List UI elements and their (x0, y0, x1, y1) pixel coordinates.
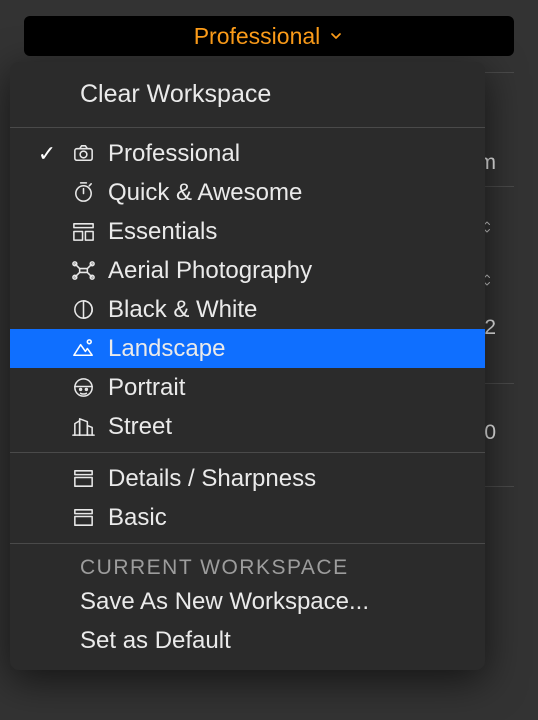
clear-workspace-label: Clear Workspace (80, 80, 463, 109)
workspace-item-label: Essentials (108, 218, 463, 246)
workspace-item-street[interactable]: Street (10, 407, 485, 446)
mountains-icon (70, 336, 96, 362)
chevron-down-icon (328, 28, 344, 44)
save-as-label: Save As New Workspace... (80, 588, 463, 616)
workspace-item-label: Aerial Photography (108, 257, 463, 285)
workspace-item-aerial[interactable]: Aerial Photography (10, 251, 485, 290)
bg-value-0: 0 (484, 421, 496, 445)
check-icon: ✓ (36, 141, 58, 167)
set-default-label: Set as Default (80, 627, 463, 655)
clear-workspace-item[interactable]: Clear Workspace (10, 68, 485, 121)
stopwatch-icon (70, 180, 96, 206)
workspace-item-quick[interactable]: Quick & Awesome (10, 173, 485, 212)
workspace-item-label: Quick & Awesome (108, 179, 463, 207)
workspace-item-label: Black & White (108, 296, 463, 324)
face-icon (70, 375, 96, 401)
layout-icon (70, 505, 96, 531)
panels-icon (70, 219, 96, 245)
workspace-item-label: Portrait (108, 374, 463, 402)
set-as-default-item[interactable]: Set as Default (10, 621, 485, 660)
workspace-dropdown: Clear Workspace ✓ Professional Quick & Awe… (10, 62, 485, 670)
workspace-item-landscape[interactable]: Landscape (10, 329, 485, 368)
workspace-selector[interactable]: Professional (24, 16, 514, 56)
divider (10, 543, 485, 544)
workspace-item-label: Street (108, 413, 463, 441)
camera-icon (70, 141, 96, 167)
extra-item-label: Basic (108, 504, 463, 532)
extra-item-details[interactable]: Details / Sharpness (10, 459, 485, 498)
workspace-item-essentials[interactable]: Essentials (10, 212, 485, 251)
workspace-item-bw[interactable]: Black & White (10, 290, 485, 329)
half-circle-icon (70, 297, 96, 323)
extra-item-label: Details / Sharpness (108, 465, 463, 493)
layout-icon (70, 466, 96, 492)
building-icon (70, 414, 96, 440)
workspace-selector-label: Professional (194, 23, 321, 50)
current-workspace-section-title: CURRENT WORKSPACE (10, 550, 485, 582)
save-as-new-workspace-item[interactable]: Save As New Workspace... (10, 582, 485, 621)
divider (10, 127, 485, 128)
workspace-item-professional[interactable]: ✓ Professional (10, 134, 485, 173)
extra-item-basic[interactable]: Basic (10, 498, 485, 537)
workspace-item-portrait[interactable]: Portrait (10, 368, 485, 407)
workspace-item-label: Landscape (108, 335, 463, 363)
divider (10, 452, 485, 453)
drone-icon (70, 258, 96, 284)
workspace-item-label: Professional (108, 140, 463, 168)
